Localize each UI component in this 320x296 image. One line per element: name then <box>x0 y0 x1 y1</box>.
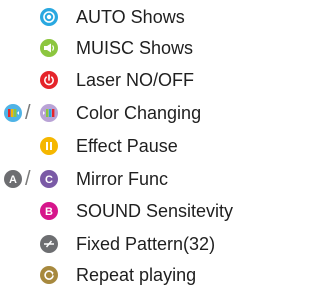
separator-slash: / <box>25 102 31 124</box>
svg-text:A: A <box>9 174 17 186</box>
fixed-pattern-icon <box>40 235 58 253</box>
legend-label: Fixed Pattern(32) <box>76 234 216 254</box>
repeat-icon <box>40 266 58 284</box>
legend-label: Laser NO/OFF <box>76 70 195 90</box>
legend-label: MUISC Shows <box>76 38 194 58</box>
legend-label: Mirror Func <box>76 169 169 189</box>
legend-row-laser-on-off: Laser NO/OFF <box>0 67 265 93</box>
legend-label: Repeat playing <box>76 265 197 285</box>
legend-label: SOUND Sensitevity <box>76 201 234 221</box>
power-icon <box>40 71 58 89</box>
svg-text:B: B <box>45 206 53 218</box>
svg-text:C: C <box>45 174 53 186</box>
mirror-c-icon: C <box>40 170 58 188</box>
auto-show-icon <box>40 8 58 26</box>
sound-b-icon: B <box>40 202 58 220</box>
legend-row-sound-sensitivity: B SOUND Sensitevity <box>0 198 265 224</box>
color-prev-icon <box>4 104 22 122</box>
pause-icon <box>40 137 58 155</box>
legend-row-repeat-playing: Repeat playing <box>0 262 265 288</box>
legend-row-color-changing: / Color Changing <box>0 100 265 126</box>
separator-slash: / <box>25 168 31 190</box>
remote-legend: AUTO Shows MUISC Shows Laser NO/OFF / Co… <box>0 0 265 296</box>
legend-row-effect-pause: Effect Pause <box>0 133 265 159</box>
legend-label: Effect Pause <box>76 136 178 156</box>
legend-label: Color Changing <box>76 103 202 123</box>
legend-row-mirror-func: A / C Mirror Func <box>0 166 265 192</box>
legend-row-fixed-pattern: Fixed Pattern(32) <box>0 231 265 257</box>
mirror-a-icon: A <box>4 170 22 188</box>
legend-row-auto-shows: AUTO Shows <box>0 4 265 30</box>
legend-label: AUTO Shows <box>76 7 185 27</box>
color-next-icon <box>40 104 58 122</box>
legend-row-music-shows: MUISC Shows <box>0 35 265 61</box>
music-show-icon <box>40 39 58 57</box>
